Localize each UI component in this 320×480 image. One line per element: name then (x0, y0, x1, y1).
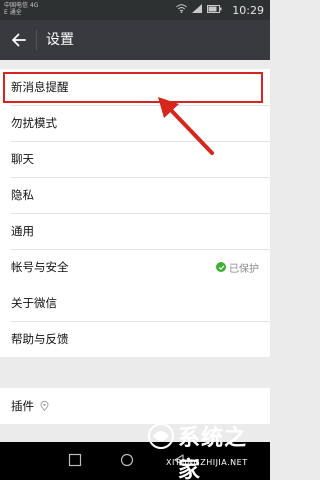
settings-item-label: 勿扰模式 (11, 116, 57, 130)
shield-check-icon (216, 262, 226, 272)
account-status: 已保护 (216, 260, 259, 275)
carrier-line-2: E 通全 (4, 9, 22, 16)
status-icons (176, 4, 222, 13)
settings-item-general[interactable]: 通用 (0, 213, 270, 249)
settings-item-plugins[interactable]: 插件 (0, 388, 270, 424)
menu-icon[interactable] (68, 453, 82, 467)
settings-item-label: 通用 (11, 224, 34, 238)
settings-group-about: 关于微信 帮助与反馈 (0, 285, 270, 357)
watermark: 系统之家 XITONGZHIJIA.NET (144, 420, 262, 480)
home-icon[interactable] (120, 453, 134, 467)
app-bar: 设置 (0, 20, 270, 60)
battery-icon (207, 4, 222, 13)
highlight-box (3, 72, 263, 103)
settings-item-label: 隐私 (11, 188, 34, 202)
watermark-brand: 系统之家 (178, 426, 248, 480)
page-title: 设置 (46, 32, 74, 48)
settings-item-help-feedback[interactable]: 帮助与反馈 (0, 321, 270, 357)
status-bar: 中国电信 4G E 通全 10:29 (0, 0, 270, 20)
settings-item-do-not-disturb[interactable]: 勿扰模式 (0, 105, 270, 141)
settings-item-label: 聊天 (11, 152, 34, 166)
wifi-icon (176, 4, 187, 13)
annotation-arrow (158, 97, 214, 155)
settings-item-chat[interactable]: 聊天 (0, 141, 270, 177)
arrow-left-icon[interactable] (10, 31, 28, 49)
app-bar-divider (36, 30, 37, 50)
watermark-url: XITONGZHIJIA.NET (166, 458, 248, 467)
account-status-text: 已保护 (229, 263, 259, 275)
settings-item-privacy[interactable]: 隐私 (0, 177, 270, 213)
carrier-line-1: 中国电信 4G (4, 2, 39, 9)
location-pin-icon (40, 401, 49, 411)
settings-item-label: 关于微信 (11, 296, 57, 310)
settings-item-about-wechat[interactable]: 关于微信 (0, 285, 270, 321)
signal-icon (192, 4, 202, 13)
settings-item-account-security[interactable]: 帐号与安全 已保护 (0, 249, 270, 285)
settings-item-label: 插件 (11, 399, 34, 413)
carrier-info: 中国电信 4G E 通全 (4, 2, 38, 16)
settings-item-label: 帮助与反馈 (11, 332, 69, 346)
status-time: 10:29 (232, 4, 264, 17)
settings-item-label: 帐号与安全 (11, 260, 69, 274)
settings-group-plugins: 插件 (0, 388, 270, 424)
watermark-logo-icon (148, 423, 174, 449)
